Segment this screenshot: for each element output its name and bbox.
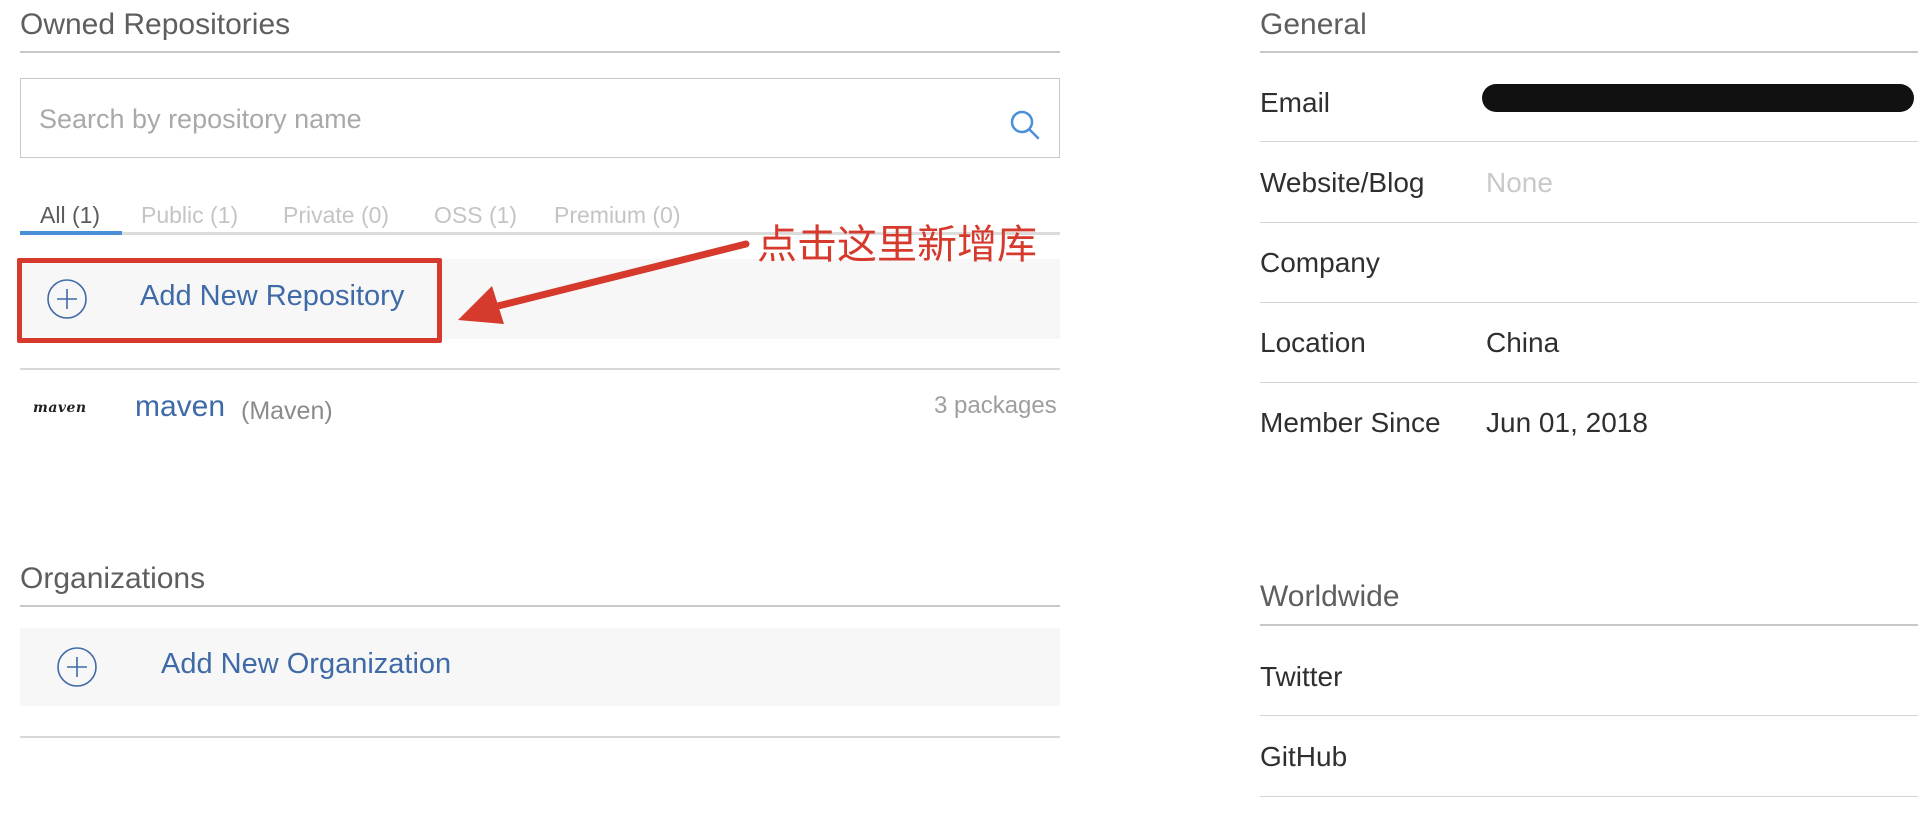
repository-search (20, 78, 1060, 159)
divider (1260, 302, 1918, 303)
maven-logo: maven (33, 400, 87, 416)
divider (20, 51, 1060, 53)
divider (20, 368, 1060, 370)
tab-private[interactable]: Private (0) (283, 202, 389, 229)
owned-repositories-title: Owned Repositories (20, 8, 291, 41)
divider (1260, 715, 1918, 716)
tab-premium[interactable]: Premium (0) (554, 202, 681, 229)
divider (1260, 51, 1918, 53)
search-input[interactable] (37, 79, 1001, 159)
location-value: China (1486, 327, 1560, 358)
twitter-label: Twitter (1260, 661, 1343, 692)
organizations-title: Organizations (20, 562, 206, 595)
tab-public[interactable]: Public (1) (141, 202, 238, 229)
redacted-email (1482, 84, 1914, 112)
company-label: Company (1260, 247, 1380, 278)
worldwide-title: Worldwide (1260, 580, 1400, 613)
tab-active-indicator (20, 231, 122, 235)
website-label: Website/Blog (1260, 167, 1425, 198)
add-new-organization-button[interactable]: Add New Organization (161, 648, 451, 681)
member-since-value: Jun 01, 2018 (1486, 407, 1648, 438)
website-value: None (1486, 167, 1553, 198)
divider (20, 605, 1060, 607)
divider (1260, 222, 1918, 223)
repository-type: (Maven) (241, 397, 333, 425)
divider (1260, 624, 1918, 626)
divider (1260, 382, 1918, 383)
tab-all[interactable]: All (1) (40, 202, 100, 229)
divider (1260, 796, 1918, 797)
plus-circle-icon[interactable] (56, 646, 98, 688)
package-count: 3 packages (934, 392, 1057, 419)
annotation-text: 点击这里新增库 (757, 223, 1037, 267)
member-since-label: Member Since (1260, 407, 1441, 438)
divider (1260, 141, 1918, 142)
tab-oss[interactable]: OSS (1) (434, 202, 517, 229)
highlight-box (17, 258, 442, 343)
annotation-arrow (458, 240, 750, 324)
repository-name-link[interactable]: maven (135, 390, 225, 424)
location-label: Location (1260, 327, 1366, 358)
github-label: GitHub (1260, 741, 1348, 772)
search-icon[interactable] (1009, 109, 1041, 146)
email-label: Email (1260, 87, 1331, 118)
divider (20, 736, 1060, 738)
general-title: General (1260, 8, 1367, 41)
